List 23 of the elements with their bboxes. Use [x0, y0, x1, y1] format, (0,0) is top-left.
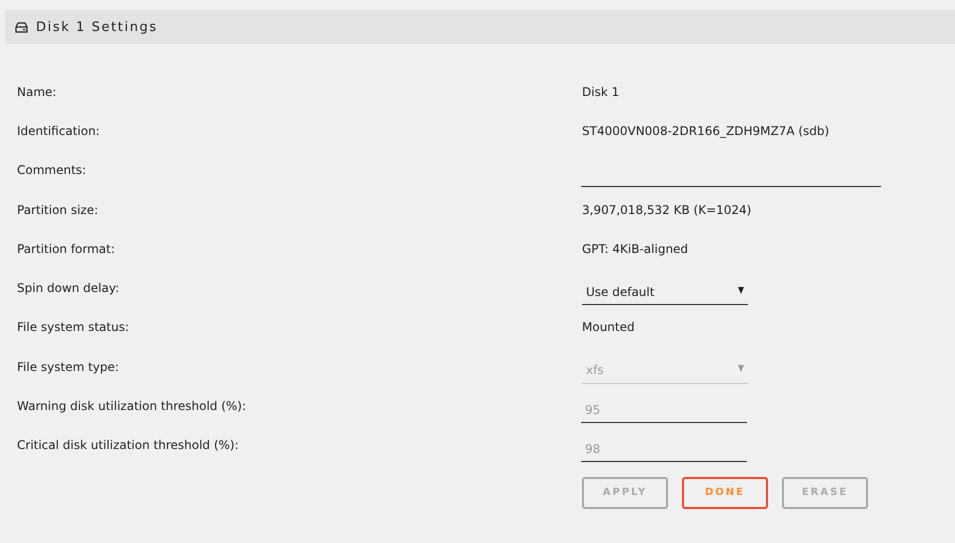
field-label: Spin down delay:: [17, 281, 120, 296]
panel-title: Disk 1 Settings: [36, 20, 158, 34]
hard-drive-icon: [15, 22, 28, 32]
field-value: Disk 1: [582, 84, 620, 99]
field-value: ST4000VN008-2DR166_ZDH9MZ7A (sdb): [582, 124, 830, 138]
field-label: Comments:: [17, 163, 88, 178]
field-label: Warning disk utilization threshold (%):: [17, 399, 248, 414]
field-label: Identification:: [17, 124, 101, 138]
field-value: Mounted: [582, 320, 635, 334]
input-field[interactable]: 98: [581, 436, 747, 462]
field-label: Critical disk utilization threshold (%):: [17, 438, 240, 452]
dropdown[interactable]: Use default: [582, 279, 748, 306]
action-button[interactable]: DONE: [682, 476, 768, 509]
field-label: Partition format:: [17, 242, 116, 256]
field-label: Partition size:: [17, 202, 100, 217]
field-value: GPT: 4KiB-aligned: [582, 242, 688, 256]
input-field[interactable]: 95: [581, 397, 747, 424]
caret-icon: [738, 365, 744, 372]
field-label: File system status:: [17, 320, 130, 334]
field-label: File system type:: [17, 360, 120, 374]
caret-icon: [738, 286, 744, 294]
field-value: 3,907,018,532 KB (K=1024): [582, 202, 752, 217]
field-label: Name:: [17, 84, 58, 99]
